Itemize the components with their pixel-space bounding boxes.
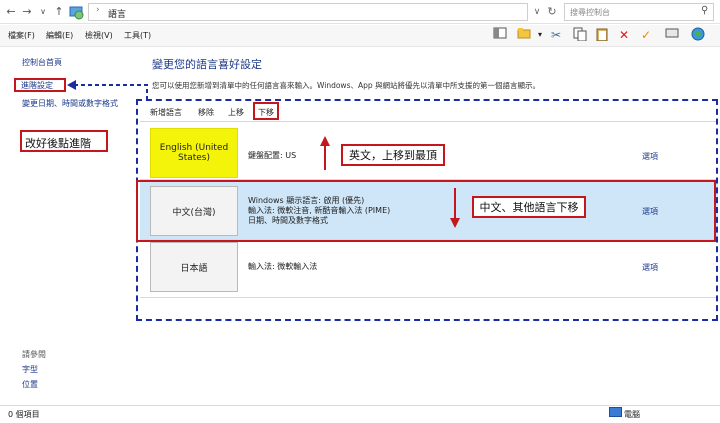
annotation-arrows-red — [320, 136, 460, 228]
status-computer: 電腦 — [624, 410, 640, 419]
computer-icon — [609, 407, 622, 417]
status-item-count: 0 個項目 — [8, 410, 40, 419]
